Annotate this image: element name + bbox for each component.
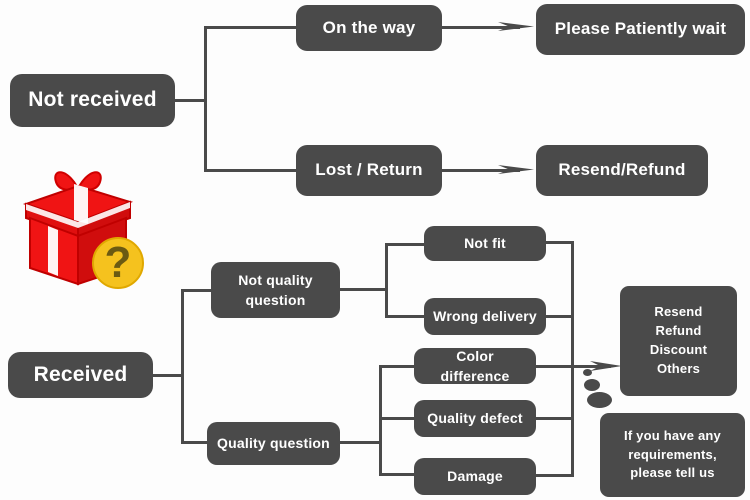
connector-received-stub (153, 374, 183, 377)
node-received[interactable]: Received (8, 352, 153, 398)
node-outcomes-line1: Resend (654, 304, 703, 320)
connector-not-received-split (204, 26, 207, 172)
node-wrong-delivery-label: Wrong delivery (433, 308, 537, 325)
node-quality-question-label: Quality question (217, 435, 330, 452)
node-color-difference-label: Color difference (440, 347, 510, 384)
connector-to-on-the-way (204, 26, 298, 29)
node-outcomes-line2: Refund (655, 323, 702, 339)
node-damage-label: Damage (447, 468, 503, 485)
node-outcomes[interactable]: Resend Refund Discount Others (620, 286, 737, 396)
thought-dot-small (583, 369, 592, 376)
node-please-patiently-wait-label: Please Patiently wait (554, 19, 727, 39)
connector-not-received-stub (175, 99, 206, 102)
node-quality-defect-label: Quality defect (427, 410, 523, 427)
thought-dot-large (587, 392, 612, 408)
node-not-quality-question-line2: question (245, 292, 306, 308)
connector-merge-from-damage (536, 474, 574, 477)
connector-quality-stub (340, 441, 381, 444)
connector-not-quality-split (385, 243, 388, 318)
connector-merge-from-quality-defect (536, 417, 574, 420)
connector-to-quality-defect (379, 417, 416, 420)
node-lost-return[interactable]: Lost / Return (296, 145, 442, 196)
node-received-label: Received (33, 362, 128, 386)
connector-received-split (181, 289, 184, 444)
node-requirements-note-line1: If you have any (624, 427, 721, 443)
connector-merge-bus (571, 241, 574, 477)
node-not-received[interactable]: Not received (10, 74, 175, 127)
node-on-the-way[interactable]: On the way (296, 5, 442, 51)
node-not-fit[interactable]: Not fit (424, 226, 546, 261)
gift-box-with-question-mark-icon: ? (18, 160, 158, 290)
thought-dot-medium (584, 379, 600, 391)
node-requirements-note-line3: please tell us (630, 465, 715, 481)
node-not-received-label: Not received (28, 88, 157, 112)
node-requirements-note[interactable]: If you have any requirements, please tel… (600, 413, 745, 497)
node-not-quality-question-line1: Not quality (238, 271, 313, 288)
arrowhead-to-please-wait (498, 15, 538, 39)
connector-to-damage (379, 473, 416, 476)
connector-merge-from-wrong-delivery (546, 315, 574, 318)
connector-to-not-fit (385, 243, 424, 246)
node-resend-refund-label: Resend/Refund (558, 160, 686, 180)
node-please-patiently-wait[interactable]: Please Patiently wait (536, 4, 745, 55)
connector-to-wrong-delivery (385, 315, 424, 318)
arrowhead-to-resend-refund (498, 158, 538, 182)
node-on-the-way-label: On the way (322, 17, 416, 37)
node-lost-return-label: Lost / Return (315, 160, 423, 180)
node-requirements-note-line2: requirements, (628, 446, 717, 462)
connector-merge-from-not-fit (546, 241, 574, 244)
connector-to-lost-return (204, 169, 298, 172)
connector-not-quality-stub (340, 288, 387, 291)
node-color-difference[interactable]: Color difference (414, 348, 536, 384)
connector-quality-split (379, 365, 382, 476)
node-damage[interactable]: Damage (414, 458, 536, 495)
node-wrong-delivery[interactable]: Wrong delivery (424, 298, 546, 335)
node-not-fit-label: Not fit (464, 235, 506, 252)
connector-merge-from-color-difference (536, 365, 574, 368)
flowchart-canvas: Not received On the way Please Patiently… (0, 0, 750, 500)
connector-to-color-difference (379, 365, 416, 368)
node-not-quality-question[interactable]: Not quality question (211, 262, 340, 318)
node-quality-question[interactable]: Quality question (207, 422, 340, 465)
node-outcomes-line3: Discount (649, 342, 708, 357)
svg-text:?: ? (105, 238, 132, 287)
node-quality-defect[interactable]: Quality defect (414, 400, 536, 437)
node-resend-refund[interactable]: Resend/Refund (536, 145, 708, 196)
node-outcomes-line4: Others (656, 360, 701, 376)
